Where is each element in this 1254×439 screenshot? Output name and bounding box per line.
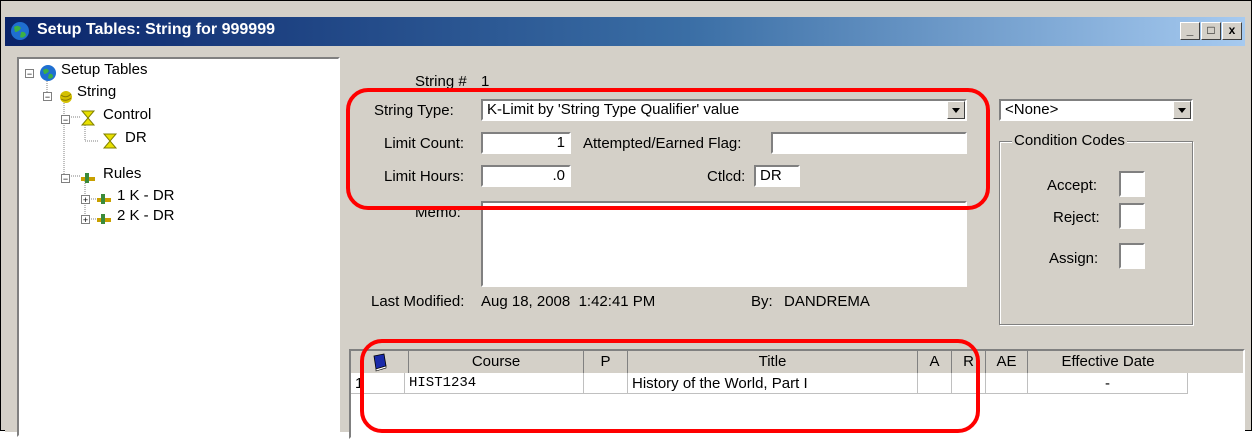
globe-icon	[40, 65, 56, 81]
none-select-value: <None>	[1005, 101, 1059, 118]
window-title: Setup Tables: String for 999999	[37, 21, 275, 38]
title-bar[interactable]: Setup Tables: String for 999999 _ □ x	[5, 17, 1245, 46]
column-header-effective-date[interactable]: Effective Date	[1028, 351, 1188, 373]
tree-item-rules[interactable]: Rules	[103, 165, 141, 182]
tree-item-control[interactable]: Control	[103, 106, 151, 123]
tree-item-rule-1[interactable]: 1 K - DR	[117, 187, 175, 204]
rules-icon	[81, 173, 95, 183]
close-button[interactable]: x	[1222, 22, 1242, 40]
expand-toggle[interactable]: +	[81, 195, 90, 205]
by-label: By:	[751, 293, 773, 310]
rule-icon	[97, 194, 111, 204]
maximize-button[interactable]: □	[1201, 22, 1221, 40]
condition-codes-title: Condition Codes	[1012, 132, 1127, 149]
hourglass-icon	[80, 110, 96, 126]
globe-app-icon	[11, 22, 29, 40]
rule-icon	[97, 214, 111, 224]
collapse-toggle[interactable]: −	[43, 92, 52, 102]
chevron-down-icon[interactable]	[1173, 101, 1191, 119]
minimize-button[interactable]: _	[1180, 22, 1200, 40]
collapse-toggle[interactable]: −	[61, 115, 70, 125]
highlight-box-form	[346, 88, 990, 210]
column-header-ae[interactable]: AE	[986, 351, 1028, 373]
reject-label: Reject:	[1053, 209, 1100, 226]
collapse-toggle[interactable]: −	[61, 174, 70, 184]
cell-ae[interactable]	[986, 373, 1028, 394]
assign-label: Assign:	[1049, 250, 1099, 267]
condition-codes-group: Condition Codes	[999, 132, 1193, 325]
tree-item-setup-tables[interactable]: Setup Tables	[61, 61, 147, 78]
none-select[interactable]: <None>	[999, 99, 1193, 121]
accept-input[interactable]	[1119, 171, 1145, 197]
highlight-box-grid	[360, 339, 980, 433]
tree-item-string[interactable]: String	[77, 83, 116, 100]
reject-input[interactable]	[1119, 203, 1145, 229]
tree-item-dr[interactable]: DR	[125, 129, 147, 146]
accept-label: Accept:	[1047, 177, 1098, 194]
yarn-ball-icon	[60, 91, 72, 103]
setup-tree[interactable]: − Setup Tables − String − Control DR − R…	[17, 57, 340, 437]
tree-item-rule-2[interactable]: 2 K - DR	[117, 207, 175, 224]
hourglass-icon	[102, 133, 118, 149]
expand-toggle[interactable]: +	[81, 215, 90, 225]
by-value: DANDREMA	[784, 293, 870, 310]
assign-input[interactable]	[1119, 243, 1145, 269]
last-modified-value: Aug 18, 2008 1:42:41 PM	[481, 293, 656, 310]
cell-effective-date[interactable]: -	[1028, 373, 1188, 394]
last-modified-label: Last Modified:	[371, 293, 465, 310]
collapse-toggle[interactable]: −	[25, 69, 34, 79]
memo-textarea[interactable]	[481, 201, 967, 287]
